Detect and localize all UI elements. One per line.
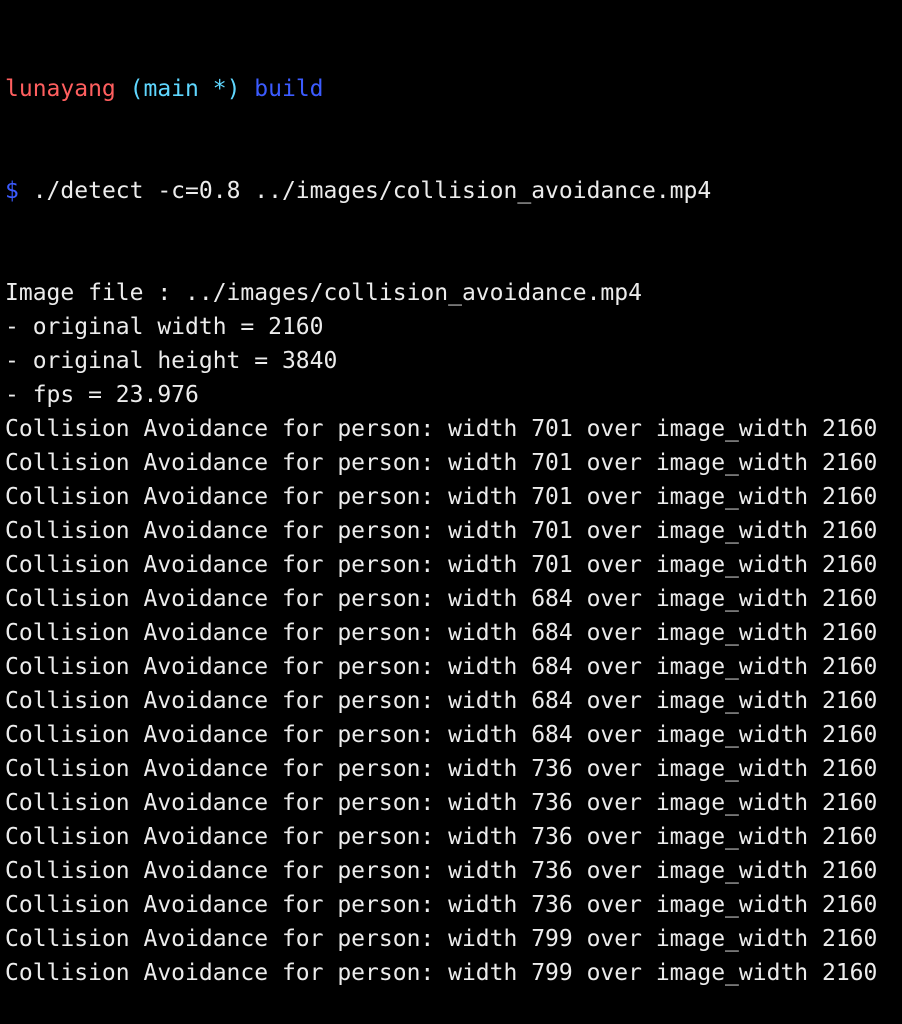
prompt-user: lunayang: [5, 76, 116, 102]
output-line: Collision Avoidance for person: width 68…: [5, 586, 878, 612]
output-line: Collision Avoidance for person: width 68…: [5, 654, 878, 680]
prompt-line: lunayang (main *) build: [5, 72, 877, 106]
command-output: Image file : ../images/collision_avoidan…: [5, 276, 877, 990]
output-line: Image file : ../images/collision_avoidan…: [5, 280, 642, 306]
output-line: Collision Avoidance for person: width 79…: [5, 926, 878, 952]
output-line: Collision Avoidance for person: width 68…: [5, 688, 878, 714]
terminal-window[interactable]: lunayang (main *) build $ ./detect -c=0.…: [5, 4, 877, 1024]
output-line: Collision Avoidance for person: width 73…: [5, 858, 878, 884]
output-line: Collision Avoidance for person: width 68…: [5, 620, 878, 646]
output-line: Collision Avoidance for person: width 73…: [5, 756, 878, 782]
output-line: Collision Avoidance for person: width 70…: [5, 416, 878, 442]
output-line: Collision Avoidance for person: width 73…: [5, 790, 878, 816]
output-line: Collision Avoidance for person: width 70…: [5, 518, 878, 544]
command-text: ./detect -c=0.8 ../images/collision_avoi…: [18, 178, 712, 204]
command-line: $ ./detect -c=0.8 ../images/collision_av…: [5, 174, 877, 208]
prompt-git-branch: (main *): [129, 76, 241, 102]
output-line: Collision Avoidance for person: width 70…: [5, 552, 878, 578]
output-line: - original width = 2160: [5, 314, 324, 340]
output-line: Collision Avoidance for person: width 73…: [5, 824, 878, 850]
output-line: - fps = 23.976: [5, 382, 199, 408]
output-line: Collision Avoidance for person: width 79…: [5, 960, 878, 986]
prompt-directory: build: [254, 76, 324, 102]
output-line: Collision Avoidance for person: width 70…: [5, 484, 878, 510]
output-line: - original height = 3840: [5, 348, 338, 374]
output-line: Collision Avoidance for person: width 68…: [5, 722, 878, 748]
prompt-symbol: $: [5, 178, 19, 204]
output-line: Collision Avoidance for person: width 70…: [5, 450, 878, 476]
output-line: Collision Avoidance for person: width 73…: [5, 892, 878, 918]
